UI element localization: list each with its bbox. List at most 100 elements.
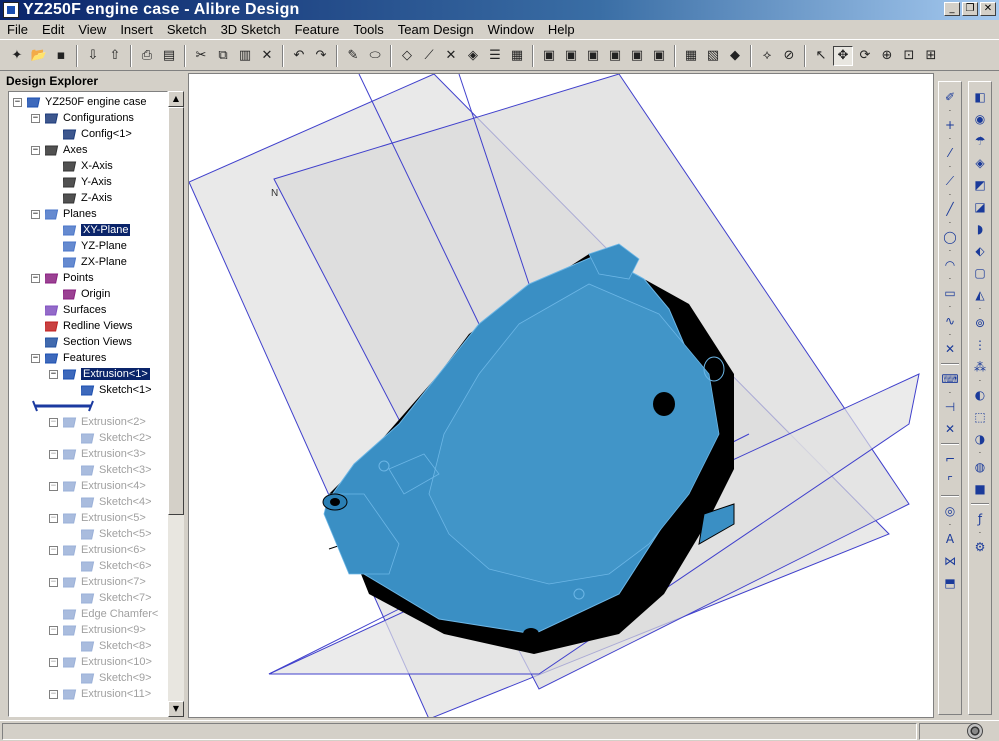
surface-icon[interactable]: ◈ (463, 46, 483, 66)
print-icon[interactable]: ⎙ (137, 46, 157, 66)
tree-item[interactable]: Edge Chamfer< (49, 606, 158, 622)
flyout-indicator[interactable]: · (949, 191, 952, 199)
menu-file[interactable]: File (0, 22, 35, 37)
right-view-icon[interactable]: ▣ (605, 46, 625, 66)
tree-item[interactable]: XY-Plane (49, 222, 131, 238)
menu-tools[interactable]: Tools (346, 22, 390, 37)
rollback-bar[interactable] (31, 398, 95, 414)
collapse-toggle[interactable]: − (31, 145, 40, 155)
rotate-icon[interactable]: ⟳ (855, 46, 875, 66)
rib-icon[interactable]: ⋮ (971, 336, 989, 354)
tree-item[interactable]: Surfaces (31, 302, 106, 318)
flyout-indicator[interactable]: · (949, 275, 952, 283)
title-bar[interactable]: YZ250F engine case - Alibre Design _ ❐ ✕ (0, 0, 999, 20)
collapse-toggle[interactable]: − (49, 417, 58, 427)
fillet-3d-icon[interactable]: ◗ (971, 220, 989, 238)
shaded-icon[interactable]: ◆ (725, 46, 745, 66)
flyout-indicator[interactable]: · (949, 135, 952, 143)
flyout-indicator[interactable]: · (949, 389, 952, 397)
collapse-toggle[interactable]: − (49, 449, 58, 459)
collapse-toggle[interactable]: − (49, 513, 58, 523)
fillet-icon[interactable]: ⌐ (941, 450, 959, 468)
axis-icon[interactable]: ⟋ (419, 46, 439, 66)
collapse-toggle[interactable]: − (49, 577, 58, 587)
tree-item[interactable]: Sketch<6> (67, 558, 152, 574)
tree-item[interactable]: − Extrusion<6> (49, 542, 146, 558)
extend-icon[interactable]: ✕ (941, 420, 959, 438)
flyout-indicator[interactable]: · (949, 163, 952, 171)
extrude-icon[interactable]: ◧ (971, 88, 989, 106)
save-icon[interactable]: ▪ (51, 46, 71, 66)
scale-icon[interactable]: ⬚ (971, 408, 989, 426)
collapse-toggle[interactable]: − (31, 353, 40, 363)
tree-item[interactable]: Sketch<2> (67, 430, 152, 446)
tree-item[interactable]: − Configurations (31, 110, 134, 126)
tree-scrollbar[interactable]: ▲ ▼ (168, 91, 184, 717)
circle-icon[interactable]: ◯ (941, 228, 959, 246)
pattern-icon[interactable]: ⁂ (971, 358, 989, 376)
tree-item[interactable]: X-Axis (49, 158, 113, 174)
tree-item[interactable]: − Extrusion<7> (49, 574, 146, 590)
equation-icon[interactable]: ƒ (971, 510, 989, 528)
flyout-indicator[interactable]: · (979, 449, 982, 457)
tree-item[interactable]: − Extrusion<11> (49, 686, 151, 702)
menu-sketch[interactable]: Sketch (160, 22, 214, 37)
table-icon[interactable]: ▦ (507, 46, 527, 66)
collapse-toggle[interactable]: − (13, 97, 22, 107)
arc-icon[interactable]: ◠ (941, 256, 959, 274)
tree-item[interactable]: Section Views (31, 334, 132, 350)
flyout-indicator[interactable]: · (979, 377, 982, 385)
restore-button[interactable]: ❐ (962, 2, 978, 16)
collapse-toggle[interactable]: − (49, 657, 58, 667)
keyboard-icon[interactable]: ⌨ (941, 370, 959, 388)
tree-item[interactable]: YZ-Plane (49, 238, 127, 254)
dim-line-icon[interactable]: ⁄ (941, 144, 959, 162)
chamfer-3d-icon[interactable]: ⬖ (971, 242, 989, 260)
app-icon[interactable] (3, 2, 19, 18)
copy-icon[interactable]: ⧉ (213, 46, 233, 66)
tree-item[interactable]: − Points (31, 270, 94, 286)
spline-icon[interactable]: ∿ (941, 312, 959, 330)
loft-icon[interactable]: ◈ (971, 154, 989, 172)
open-icon[interactable]: 📂 (29, 46, 49, 66)
wireframe-icon[interactable]: ▦ (681, 46, 701, 66)
tree-item[interactable]: Sketch<9> (67, 670, 152, 686)
zoom-icon[interactable]: ⊕ (877, 46, 897, 66)
trim-icon[interactable]: ⊣ (941, 398, 959, 416)
tree-item[interactable]: − Extrusion<2> (49, 414, 146, 430)
tree-item[interactable]: Config<1> (49, 126, 132, 142)
tree-item[interactable]: Sketch<3> (67, 462, 152, 478)
check-in-icon[interactable]: ⇩ (83, 46, 103, 66)
tree-item[interactable]: Sketch<1> (67, 382, 152, 398)
model-canvas[interactable]: N (189, 74, 934, 718)
thicken-icon[interactable]: ■ (971, 480, 989, 498)
tree-item[interactable]: − Extrusion<1> (49, 366, 150, 382)
minimize-button[interactable]: _ (944, 2, 960, 16)
collapse-toggle[interactable]: − (49, 369, 58, 379)
close-button[interactable]: ✕ (980, 2, 996, 16)
flyout-indicator[interactable]: · (949, 521, 952, 529)
tree-item[interactable]: Y-Axis (49, 174, 112, 190)
front-view-icon[interactable]: ▣ (539, 46, 559, 66)
project-icon[interactable]: ⬒ (941, 574, 959, 592)
redline-icon[interactable]: ✎ (343, 46, 363, 66)
line-icon[interactable]: ╱ (941, 200, 959, 218)
collapse-toggle[interactable]: − (31, 113, 40, 123)
collapse-toggle[interactable]: − (49, 481, 58, 491)
pan-icon[interactable]: ✥ (833, 45, 853, 66)
tree-item[interactable]: − YZ250F engine case (13, 94, 147, 110)
tree-item[interactable]: − Extrusion<4> (49, 478, 146, 494)
tree-item[interactable]: Z-Axis (49, 190, 112, 206)
tree-item[interactable]: − Extrusion<5> (49, 510, 146, 526)
collapse-toggle[interactable]: − (31, 209, 40, 219)
menu-3d-sketch[interactable]: 3D Sketch (214, 22, 288, 37)
scroll-down-button[interactable]: ▼ (168, 701, 184, 717)
chamfer-icon[interactable]: ⌜ (941, 472, 959, 490)
property-icon[interactable]: ⚙ (971, 538, 989, 556)
section-icon[interactable]: ⊘ (779, 46, 799, 66)
model-viewport[interactable]: N (188, 73, 934, 718)
scroll-thumb[interactable] (168, 107, 184, 515)
mirror-3d-icon[interactable]: ◐ (971, 386, 989, 404)
offset-icon[interactable]: ◎ (941, 502, 959, 520)
hidden-icon[interactable]: ▧ (703, 46, 723, 66)
